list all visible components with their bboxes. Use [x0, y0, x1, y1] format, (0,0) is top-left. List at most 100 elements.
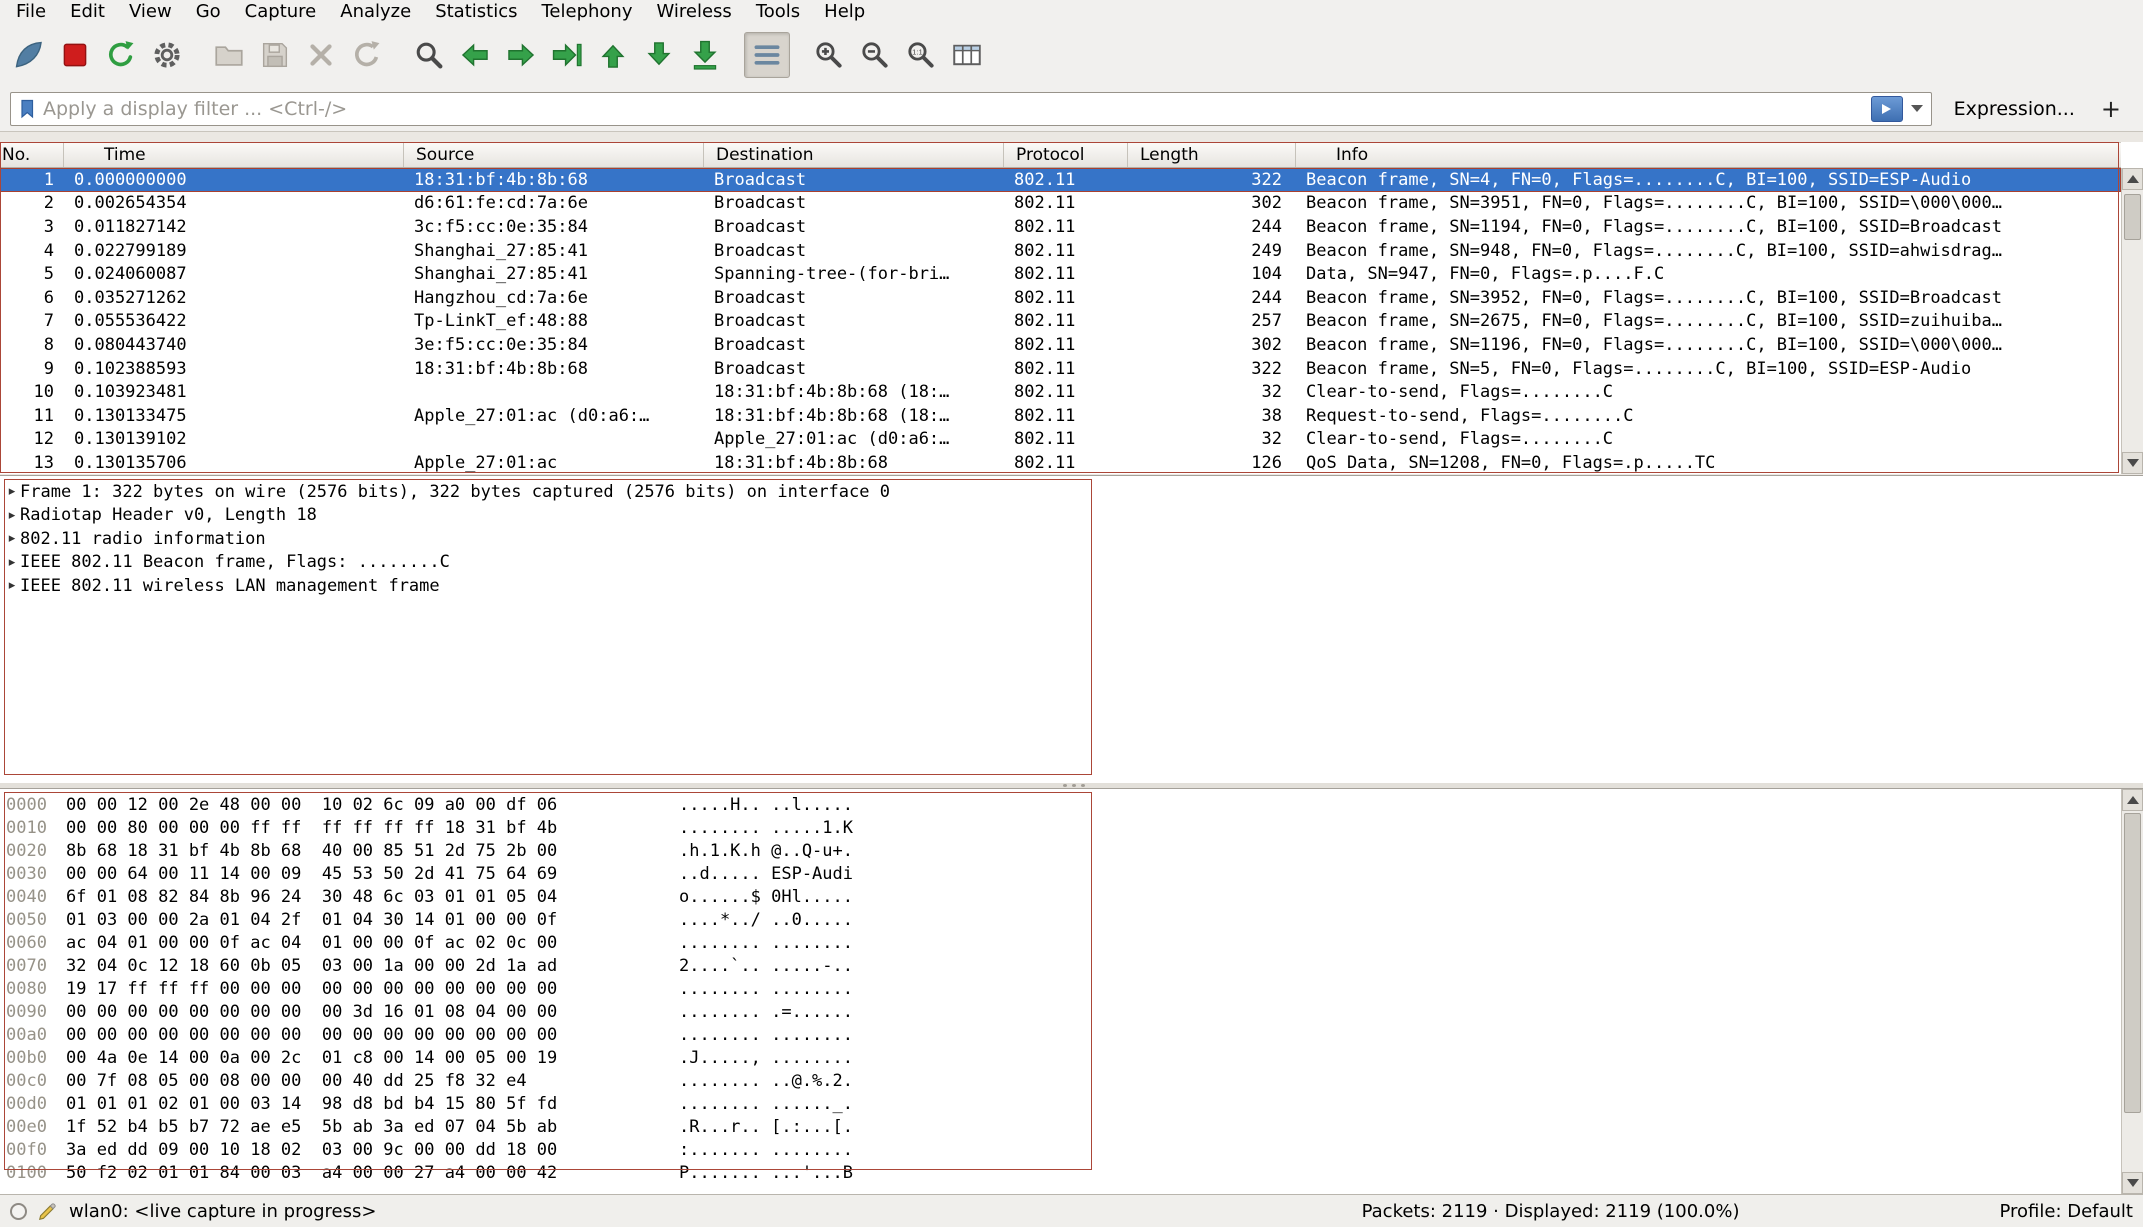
hex-row[interactable]: 0090 00 00 00 00 00 00 00 00 00 3d 16 01… — [0, 1002, 2121, 1025]
hex-row[interactable]: 00a0 00 00 00 00 00 00 00 00 00 00 00 00… — [0, 1025, 2121, 1048]
apply-filter-button[interactable] — [1871, 96, 1903, 122]
hex-bytes[interactable]: 00 00 80 00 00 00 ff ff ff ff ff ff 18 3… — [66, 818, 557, 838]
hex-ascii[interactable]: ........ ........ — [679, 933, 853, 953]
expander-icon[interactable]: ▸ — [0, 555, 20, 570]
detail-line[interactable]: ▸ IEEE 802.11 wireless LAN management fr… — [0, 574, 2143, 598]
hex-ascii[interactable]: ..d..... ESP-Audi — [679, 864, 853, 884]
hex-row[interactable]: 00c0 00 7f 08 05 00 08 00 00 00 40 dd 25… — [0, 1071, 2121, 1094]
go-to-bottom-button[interactable] — [682, 32, 728, 78]
hex-row[interactable]: 00f0 3a ed dd 09 00 10 18 02 03 00 9c 00… — [0, 1140, 2121, 1163]
col-header-no[interactable]: No. — [0, 143, 64, 167]
expander-icon[interactable]: ▸ — [0, 578, 20, 593]
detail-line[interactable]: ▸ 802.11 radio information — [0, 527, 2143, 551]
hex-bytes[interactable]: 8b 68 18 31 bf 4b 8b 68 40 00 85 51 2d 7… — [66, 841, 557, 861]
hex-bytes[interactable]: 1f 52 b4 b5 b7 72 ae e5 5b ab 3a ed 07 0… — [66, 1117, 557, 1137]
detail-line[interactable]: ▸ Frame 1: 322 bytes on wire (2576 bits)… — [0, 480, 2143, 504]
hex-row[interactable]: 00d0 01 01 01 02 01 00 03 14 98 d8 bd b4… — [0, 1094, 2121, 1117]
menu-item[interactable]: Wireless — [644, 0, 743, 24]
packet-row[interactable]: 2 0.002654354 d6:61:fe:cd:7a:6e Broadcas… — [0, 192, 2121, 216]
hex-row[interactable]: 0000 00 00 12 00 2e 48 00 00 10 02 6c 09… — [0, 795, 2121, 818]
hex-ascii[interactable]: o......$ 0Hl..... — [679, 887, 853, 907]
filter-dropdown-button[interactable] — [1907, 96, 1927, 122]
menu-item[interactable]: Go — [184, 0, 233, 24]
display-filter-input[interactable] — [43, 98, 1867, 120]
packet-row[interactable]: 13 0.130135706 Apple_27:01:ac 18:31:bf:4… — [0, 451, 2121, 474]
hex-ascii[interactable]: .R...r.. [.:...[. — [679, 1117, 853, 1137]
detail-line[interactable]: ▸ Radiotap Header v0, Length 18 — [0, 504, 2143, 528]
col-header-time[interactable]: Time — [64, 143, 404, 167]
hex-ascii[interactable]: ....*../ ..0..... — [679, 910, 853, 930]
hex-row[interactable]: 0030 00 00 64 00 11 14 00 09 45 53 50 2d… — [0, 864, 2121, 887]
packet-row[interactable]: 4 0.022799189 Shanghai_27:85:41 Broadcas… — [0, 239, 2121, 263]
hex-ascii[interactable]: ........ ......_. — [679, 1094, 853, 1114]
detail-line[interactable]: ▸ IEEE 802.11 Beacon frame, Flags: .....… — [0, 551, 2143, 575]
hex-row[interactable]: 0020 8b 68 18 31 bf 4b 8b 68 40 00 85 51… — [0, 841, 2121, 864]
packet-row[interactable]: 6 0.035271262 Hangzhou_cd:7a:6e Broadcas… — [0, 286, 2121, 310]
go-to-packet-button[interactable] — [544, 32, 590, 78]
hex-bytes[interactable]: 01 03 00 00 2a 01 04 2f 01 04 30 14 01 0… — [66, 910, 557, 930]
profile-text[interactable]: Profile: Default — [1999, 1201, 2133, 1222]
find-packet-button[interactable] — [406, 32, 452, 78]
packet-row[interactable]: 7 0.055536422 Tp-LinkT_ef:48:88 Broadcas… — [0, 310, 2121, 334]
bookmark-icon[interactable] — [17, 97, 39, 121]
hex-row[interactable]: 0070 32 04 0c 12 18 60 0b 05 03 00 1a 00… — [0, 956, 2121, 979]
hex-scrollbar[interactable] — [2121, 789, 2143, 1194]
auto-scroll-button[interactable] — [744, 32, 790, 78]
hex-ascii[interactable]: 2....`.. .....-.. — [679, 956, 853, 976]
scrollbar-thumb[interactable] — [2124, 194, 2141, 240]
save-file-button[interactable] — [252, 32, 298, 78]
hex-row[interactable]: 0060 ac 04 01 00 00 0f ac 04 01 00 00 0f… — [0, 933, 2121, 956]
packet-row[interactable]: 9 0.102388593 18:31:bf:4b:8b:68 Broadcas… — [0, 357, 2121, 381]
zoom-out-button[interactable] — [852, 32, 898, 78]
menu-item[interactable]: Help — [812, 0, 877, 24]
add-filter-button[interactable]: + — [2097, 95, 2133, 123]
hex-bytes[interactable]: 19 17 ff ff ff 00 00 00 00 00 00 00 00 0… — [66, 979, 557, 999]
packet-row[interactable]: 11 0.130133475 Apple_27:01:ac (d0:a6:… 1… — [0, 404, 2121, 428]
scroll-down-button[interactable] — [2122, 452, 2143, 474]
hex-row[interactable]: 0100 50 f2 02 01 01 84 00 03 a4 00 00 27… — [0, 1163, 2121, 1186]
hex-row[interactable]: 00b0 00 4a 0e 14 00 0a 00 2c 01 c8 00 14… — [0, 1048, 2121, 1071]
expert-info-icon[interactable] — [10, 1203, 27, 1220]
stop-capture-button[interactable] — [52, 32, 98, 78]
packet-row[interactable]: 10 0.103923481 18:31:bf:4b:8b:68 (18:… 8… — [0, 380, 2121, 404]
col-header-destination[interactable]: Destination — [704, 143, 1004, 167]
expander-icon[interactable]: ▸ — [0, 508, 20, 523]
hex-row[interactable]: 0050 01 03 00 00 2a 01 04 2f 01 04 30 14… — [0, 910, 2121, 933]
hex-row[interactable]: 0080 19 17 ff ff ff 00 00 00 00 00 00 00… — [0, 979, 2121, 1002]
reload-file-button[interactable] — [344, 32, 390, 78]
menu-item[interactable]: Tools — [744, 0, 812, 24]
col-header-protocol[interactable]: Protocol — [1004, 143, 1128, 167]
restart-capture-button[interactable] — [98, 32, 144, 78]
hex-bytes[interactable]: 00 00 00 00 00 00 00 00 00 3d 16 01 08 0… — [66, 1002, 557, 1022]
hex-ascii[interactable]: P....... ...'...B — [679, 1163, 853, 1183]
menu-item[interactable]: Edit — [58, 0, 117, 24]
packet-row[interactable]: 3 0.011827142 3c:f5:cc:0e:35:84 Broadcas… — [0, 215, 2121, 239]
hex-ascii[interactable]: .....H.. ..l..... — [679, 795, 853, 815]
hex-ascii[interactable]: ........ .....1.K — [679, 818, 853, 838]
hex-ascii[interactable]: ........ .=...... — [679, 1002, 853, 1022]
hex-ascii[interactable]: ........ ........ — [679, 979, 853, 999]
menu-item[interactable]: View — [117, 0, 184, 24]
hex-bytes[interactable]: 00 00 00 00 00 00 00 00 00 00 00 00 00 0… — [66, 1025, 557, 1045]
hex-bytes[interactable]: 01 01 01 02 01 00 03 14 98 d8 bd b4 15 8… — [66, 1094, 557, 1114]
scroll-up-button[interactable] — [2122, 789, 2143, 811]
col-header-info[interactable]: Info — [1296, 143, 2121, 167]
menu-item[interactable]: Analyze — [328, 0, 423, 24]
go-last-packet-button[interactable] — [636, 32, 682, 78]
expression-button[interactable]: Expression... — [1944, 98, 2085, 120]
hex-bytes[interactable]: 6f 01 08 82 84 8b 96 24 30 48 6c 03 01 0… — [66, 887, 557, 907]
packet-row[interactable]: 1 0.000000000 18:31:bf:4b:8b:68 Broadcas… — [0, 168, 2121, 192]
start-capture-button[interactable] — [6, 32, 52, 78]
hex-ascii[interactable]: :....... ........ — [679, 1140, 853, 1160]
go-first-packet-button[interactable] — [590, 32, 636, 78]
hex-bytes[interactable]: 50 f2 02 01 01 84 00 03 a4 00 00 27 a4 0… — [66, 1163, 557, 1183]
close-file-button[interactable] — [298, 32, 344, 78]
packet-list-scrollbar[interactable] — [2121, 168, 2143, 474]
open-file-button[interactable] — [206, 32, 252, 78]
hex-ascii[interactable]: ........ ........ — [679, 1025, 853, 1045]
hex-row[interactable]: 0010 00 00 80 00 00 00 ff ff ff ff ff ff… — [0, 818, 2121, 841]
pencil-icon[interactable] — [37, 1200, 59, 1222]
expander-icon[interactable]: ▸ — [0, 531, 20, 546]
hex-ascii[interactable]: ........ ..@.%.2. — [679, 1071, 853, 1091]
hex-bytes[interactable]: 32 04 0c 12 18 60 0b 05 03 00 1a 00 00 2… — [66, 956, 557, 976]
